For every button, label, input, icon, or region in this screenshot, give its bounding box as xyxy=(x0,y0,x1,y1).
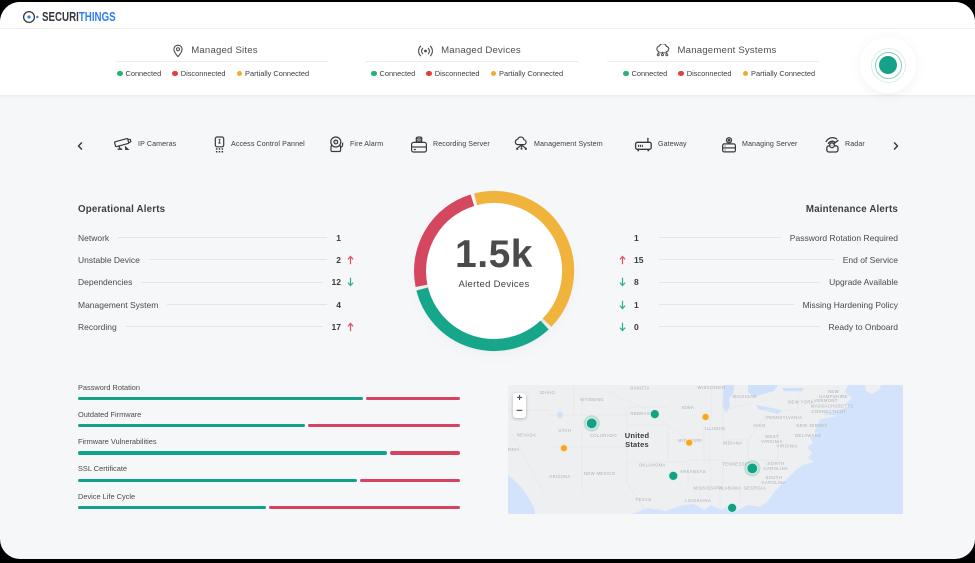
svg-text:ILLINOIS: ILLINOIS xyxy=(705,426,725,431)
svg-text:LOUISIANA: LOUISIANA xyxy=(685,498,711,503)
svg-text:UTAH: UTAH xyxy=(558,428,571,433)
svg-text:VIRGINIA: VIRGINIA xyxy=(776,444,798,449)
svg-text:NEW JERSEY: NEW JERSEY xyxy=(796,423,827,428)
svg-text:IOWA: IOWA xyxy=(682,405,695,410)
svg-text:INDIANA: INDIANA xyxy=(723,440,743,445)
svg-text:WYOMING: WYOMING xyxy=(580,397,604,402)
svg-text:States: States xyxy=(625,440,649,449)
svg-text:NEVADA: NEVADA xyxy=(517,432,536,437)
svg-text:CAROLINA: CAROLINA xyxy=(764,466,789,471)
svg-text:GEORGIA: GEORGIA xyxy=(744,486,766,491)
svg-text:DAKOTA: DAKOTA xyxy=(630,386,649,391)
svg-text:ORNIA: ORNIA xyxy=(508,447,520,452)
svg-text:CAROLINA: CAROLINA xyxy=(761,480,786,485)
svg-text:COLORADO: COLORADO xyxy=(590,433,618,438)
svg-text:MISSISSIPPI: MISSISSIPPI xyxy=(694,486,723,491)
svg-text:MICHIGAN: MICHIGAN xyxy=(733,394,757,399)
svg-text:MASSACHUSETTS: MASSACHUSETTS xyxy=(811,404,853,409)
svg-text:WISCONSIN: WISCONSIN xyxy=(698,385,726,390)
svg-text:OKLAHOMA: OKLAHOMA xyxy=(639,463,666,468)
svg-text:IDAHO: IDAHO xyxy=(540,390,556,395)
svg-text:OHIO: OHIO xyxy=(753,423,766,428)
svg-text:United: United xyxy=(625,431,650,440)
svg-text:ARKANSAS: ARKANSAS xyxy=(680,469,706,474)
svg-text:CONNECTICUT: CONNECTICUT xyxy=(811,409,846,414)
svg-text:NEW MEXICO: NEW MEXICO xyxy=(584,471,616,476)
svg-text:TEXAS: TEXAS xyxy=(636,497,652,502)
svg-text:HAMPSHIRE: HAMPSHIRE xyxy=(819,394,848,399)
svg-text:DELAWARE: DELAWARE xyxy=(795,433,821,438)
svg-text:ARIZONA: ARIZONA xyxy=(549,474,570,479)
svg-text:PENNSYLVANIA: PENNSYLVANIA xyxy=(766,415,802,420)
